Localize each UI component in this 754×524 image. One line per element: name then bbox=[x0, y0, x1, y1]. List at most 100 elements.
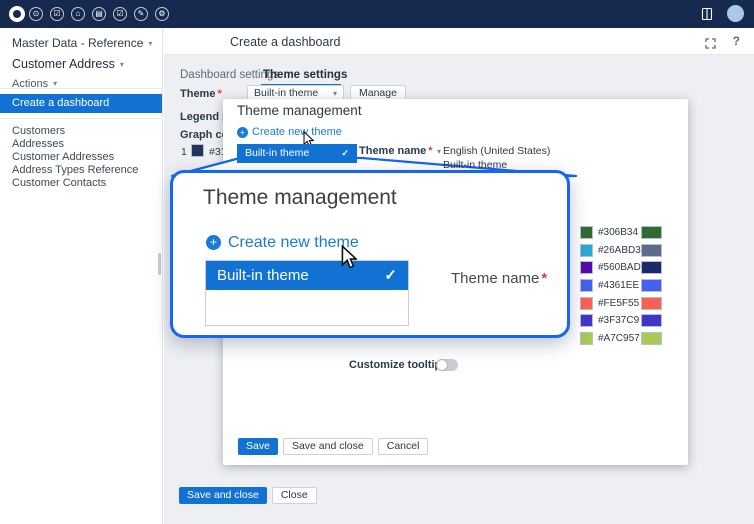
required-mark: * bbox=[428, 145, 432, 157]
chevron-down-icon: ▾ bbox=[437, 147, 441, 156]
approvals-glyph: ☑ bbox=[114, 8, 126, 20]
create-new-theme-link[interactable]: Create new theme bbox=[252, 126, 342, 138]
sidebar-item-addresses[interactable]: Addresses bbox=[0, 138, 162, 151]
color-swatch-secondary[interactable] bbox=[641, 226, 662, 239]
color-swatch-secondary[interactable] bbox=[641, 279, 662, 292]
plus-icon: + bbox=[237, 127, 248, 138]
tab-theme-settings[interactable]: Theme settings bbox=[263, 69, 347, 81]
callout-theme-list-item-label: Built-in theme bbox=[217, 261, 309, 290]
color-swatch[interactable] bbox=[580, 314, 593, 327]
palette-row: #560BAD bbox=[580, 261, 666, 274]
palette-row: #26ABD3 bbox=[580, 244, 666, 257]
toggle-knob bbox=[437, 360, 447, 370]
approvals-icon[interactable]: ☑ bbox=[113, 7, 127, 21]
color-swatch-secondary[interactable] bbox=[641, 244, 662, 257]
dialog-footer: Save Save and close Cancel bbox=[238, 438, 428, 455]
color-hex-label: #4361EE bbox=[598, 280, 639, 291]
color-swatch-secondary[interactable] bbox=[641, 314, 662, 327]
tasks-icon[interactable]: ☑ bbox=[50, 7, 64, 21]
divider bbox=[0, 118, 163, 119]
sidebar: Master Data - Reference▾ Customer Addres… bbox=[0, 28, 163, 524]
sidebar-item-customer-addresses[interactable]: Customer Addresses bbox=[0, 151, 162, 164]
divider bbox=[0, 88, 163, 89]
palette-row: #3F37C9 bbox=[580, 314, 666, 327]
app-window: ⊙ ☑ ⌂ ▤ ☑ ✎ ⚙ Master Data - Reference▾ C… bbox=[0, 0, 754, 524]
palette-row: #306B34 bbox=[580, 226, 666, 239]
user-avatar[interactable] bbox=[727, 5, 744, 22]
color-swatch[interactable] bbox=[580, 297, 593, 310]
chevron-down-icon: ▾ bbox=[120, 60, 124, 69]
theme-dropdown-value: Built-in theme bbox=[254, 87, 318, 99]
theme-name-label: Theme name* bbox=[359, 145, 433, 157]
sidebar-scrollbar[interactable] bbox=[158, 253, 161, 275]
callout-theme-list-item-built-in[interactable]: Built-in theme ✓ bbox=[206, 261, 408, 290]
required-mark: * bbox=[217, 88, 221, 100]
color-hex-label: #560BAD bbox=[598, 262, 641, 273]
design-glyph: ✎ bbox=[135, 8, 147, 20]
clock-glyph: ⊙ bbox=[30, 8, 42, 20]
settings-glyph: ⚙ bbox=[156, 8, 168, 20]
color-swatch[interactable] bbox=[580, 261, 593, 274]
sidebar-item-create-dashboard[interactable]: Create a dashboard bbox=[0, 94, 162, 113]
graph-color-row-index: 1 bbox=[181, 146, 187, 158]
color-hex-label: #A7C957 bbox=[598, 333, 640, 344]
language-selector[interactable]: English (United States) bbox=[443, 145, 550, 157]
home-icon[interactable]: ⌂ bbox=[71, 7, 85, 21]
tasks-glyph: ☑ bbox=[51, 8, 63, 20]
page-footer: Save and close Close bbox=[179, 487, 317, 504]
clock-icon[interactable]: ⊙ bbox=[29, 7, 43, 21]
color-hex-label: #3F37C9 bbox=[598, 315, 639, 326]
section-selector[interactable]: Customer Address ▾ bbox=[12, 57, 124, 71]
chevron-down-icon: ▾ bbox=[148, 39, 152, 48]
palette-row: #FE5F55 bbox=[580, 297, 666, 310]
dialog-save-button[interactable]: Save bbox=[238, 438, 278, 455]
help-icon[interactable]: ? bbox=[733, 34, 740, 48]
dialog-save-and-close-button[interactable]: Save and close bbox=[283, 438, 373, 455]
expand-icon[interactable] bbox=[705, 36, 716, 47]
color-hex-label: #26ABD3 bbox=[598, 245, 641, 256]
settings-icon[interactable]: ⚙ bbox=[155, 7, 169, 21]
documents-icon[interactable]: ▤ bbox=[92, 7, 106, 21]
theme-list-item-label: Built-in theme bbox=[245, 144, 309, 163]
documents-glyph: ▤ bbox=[93, 8, 105, 20]
required-mark: * bbox=[541, 270, 547, 287]
graph-color-swatch[interactable] bbox=[191, 144, 204, 157]
page-header: Create a dashboard ? bbox=[164, 28, 754, 55]
color-swatch[interactable] bbox=[580, 279, 593, 292]
color-hex-label: #306B34 bbox=[598, 227, 638, 238]
dialog-cancel-button[interactable]: Cancel bbox=[378, 438, 429, 455]
zoom-callout: Theme management + Create new theme Buil… bbox=[170, 170, 570, 338]
app-logo-icon[interactable] bbox=[9, 6, 25, 22]
page-title: Create a dashboard bbox=[230, 35, 341, 49]
callout-theme-name-label: Theme name* bbox=[451, 270, 547, 287]
plus-icon: + bbox=[206, 235, 221, 250]
callout-theme-list: Built-in theme ✓ bbox=[205, 260, 409, 326]
palette-row: #A7C957 bbox=[580, 332, 666, 345]
section-label: Customer Address bbox=[12, 57, 115, 71]
color-swatch[interactable] bbox=[580, 244, 593, 257]
design-icon[interactable]: ✎ bbox=[134, 7, 148, 21]
page-save-and-close-button[interactable]: Save and close bbox=[179, 487, 267, 504]
sidebar-item-customers[interactable]: Customers bbox=[0, 125, 162, 138]
page-close-button[interactable]: Close bbox=[272, 487, 317, 504]
palette-row: #4361EE bbox=[580, 279, 666, 292]
customize-tooltip-toggle[interactable] bbox=[436, 359, 458, 371]
check-icon: ✓ bbox=[384, 261, 397, 290]
theme-list-item-built-in[interactable]: Built-in theme ✓ bbox=[237, 144, 357, 163]
dialog-title: Theme management bbox=[237, 103, 362, 118]
workplace-selector[interactable]: Master Data - Reference▾ bbox=[12, 36, 152, 50]
color-swatch-secondary[interactable] bbox=[641, 332, 662, 345]
color-swatch[interactable] bbox=[580, 226, 593, 239]
chevron-down-icon: ▾ bbox=[53, 79, 57, 88]
color-hex-label: #FE5F55 bbox=[598, 298, 639, 309]
help-book-icon[interactable] bbox=[700, 7, 714, 21]
callout-create-new-theme-link[interactable]: Create new theme bbox=[228, 234, 359, 252]
color-swatch-secondary[interactable] bbox=[641, 261, 662, 274]
sidebar-item-address-types-reference[interactable]: Address Types Reference bbox=[0, 164, 162, 177]
topbar: ⊙ ☑ ⌂ ▤ ☑ ✎ ⚙ bbox=[0, 0, 754, 28]
check-icon: ✓ bbox=[341, 144, 349, 163]
sidebar-item-customer-contacts[interactable]: Customer Contacts bbox=[0, 177, 162, 190]
color-swatch-secondary[interactable] bbox=[641, 297, 662, 310]
theme-field-label: Theme* bbox=[180, 88, 222, 100]
color-swatch[interactable] bbox=[580, 332, 593, 345]
